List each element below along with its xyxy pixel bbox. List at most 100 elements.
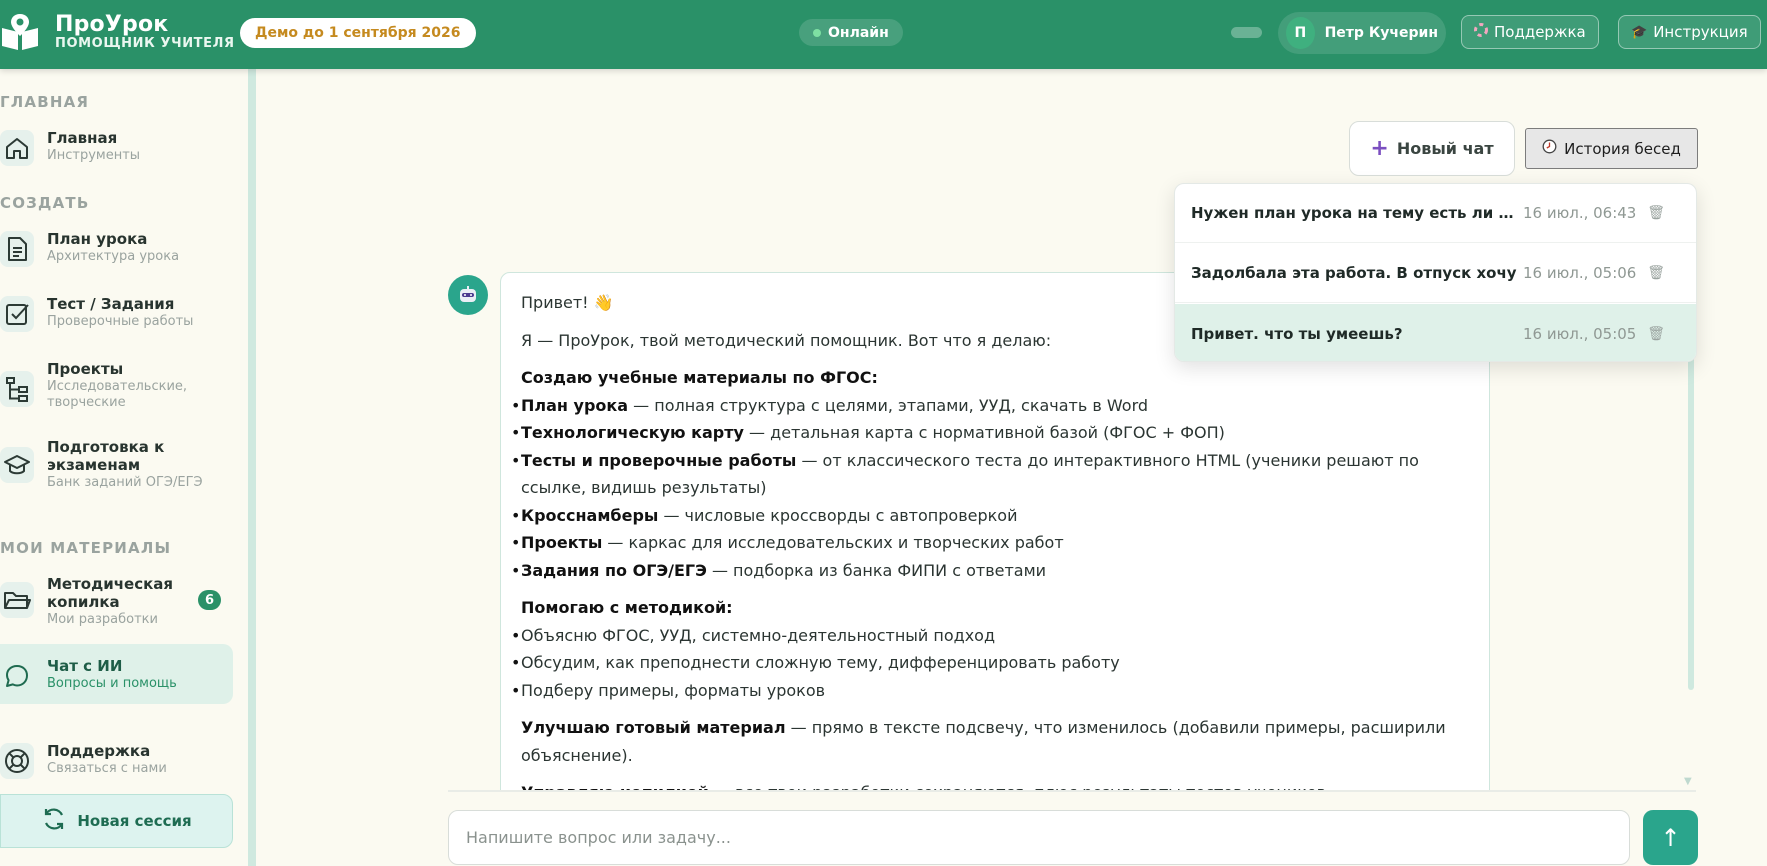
new-chat-button[interactable]: + Новый чат xyxy=(1349,121,1515,176)
list-item-bold: Задания по ОГЭ/ЕГЭ xyxy=(521,560,707,580)
new-session-label: Новая сессия xyxy=(77,812,192,830)
support-button[interactable]: Поддержка xyxy=(1461,15,1599,49)
message-input[interactable]: Напишите вопрос или задачу... xyxy=(448,810,1630,865)
history-item-active[interactable]: Привет. что ты умеешь? 16 июл., 05:05 🗑 xyxy=(1175,304,1696,361)
user-menu[interactable]: П Петр Кучерин xyxy=(1278,12,1446,54)
list-item: Проекты — каркас для исследовательских и… xyxy=(511,529,1469,557)
sidebar-item-label: Подготовка к экзаменам xyxy=(47,438,165,474)
list-item-bold: План урока xyxy=(521,395,629,415)
graduation-cap-icon: 🎓 xyxy=(1631,24,1648,40)
list-item: Технологическую карту — детальная карта … xyxy=(511,419,1469,447)
history-item-title: Привет. что ты умеешь? xyxy=(1191,324,1403,343)
sidebar-item-sublabel: Банк заданий ОГЭ/ЕГЭ xyxy=(47,475,203,490)
scroll-down-icon[interactable]: ▼ xyxy=(1684,776,1692,787)
folder-icon xyxy=(0,582,34,618)
history-item-time: 16 июл., 05:06 xyxy=(1523,264,1637,282)
list-item: Тесты и проверочные работы — от классиче… xyxy=(511,447,1469,502)
list-item-bold: Технологическую карту xyxy=(521,423,744,442)
history-item-time: 16 июл., 06:43 xyxy=(1523,204,1637,222)
support-label: Поддержка xyxy=(1494,23,1586,41)
history-item[interactable]: Задолбала эта работа. В отпуск хочу 16 и… xyxy=(1175,244,1696,303)
sidebar-item-label: Методическая копилка xyxy=(47,575,174,611)
sidebar-item-sublabel: Вопросы и помощь xyxy=(47,676,177,691)
list-item-text: — детальная карта с нормативной базой (Ф… xyxy=(743,423,1225,442)
sidebar-item-sublabel: Связаться с нами xyxy=(47,761,167,776)
sidebar-item-collection[interactable]: Методическая копилка Мои разработки xyxy=(0,574,232,630)
list-item: План урока — полная структура с целями, … xyxy=(511,392,1469,420)
list-item: Задания по ОГЭ/ЕГЭ — подборка из банка Ф… xyxy=(511,557,1469,585)
demo-badge: Демо до 1 сентября 2026 xyxy=(240,18,476,48)
sidebar-item-sublabel: Инструменты xyxy=(47,148,141,163)
instruction-button[interactable]: 🎓 Инструкция xyxy=(1618,15,1761,49)
header-toggle[interactable] xyxy=(1231,27,1262,38)
tree-icon xyxy=(0,371,34,407)
document-icon xyxy=(0,231,34,267)
sidebar-item-lesson-plan[interactable]: План урока Архитектура урока xyxy=(0,229,232,269)
sidebar-item-label: Тест / Задания xyxy=(47,295,175,313)
brand-subtitle: ПОМОЩНИК УЧИТЕЛЯ xyxy=(55,36,235,51)
collection-count-badge: 6 xyxy=(198,590,221,610)
sidebar-item-sublabel: Проверочные работы xyxy=(47,314,194,329)
sidebar-item-label: Главная xyxy=(47,129,118,147)
sidebar-item-label: Чат с ИИ xyxy=(47,657,123,675)
new-chat-label: Новый чат xyxy=(1396,139,1494,158)
sidebar-item-label: Проекты xyxy=(47,360,124,378)
message-divider xyxy=(448,790,1696,792)
section-label-materials: МОИ МАТЕРИАЛЫ xyxy=(0,539,172,557)
chat-history-button[interactable]: История бесед xyxy=(1525,128,1698,169)
chat-scrollbar[interactable] xyxy=(1688,345,1694,690)
sidebar-item-home[interactable]: Главная Инструменты xyxy=(0,128,232,168)
trash-icon[interactable]: 🗑 xyxy=(1633,326,1665,342)
trash-icon[interactable]: 🗑 xyxy=(1633,205,1665,221)
sidebar-item-exam-prep[interactable]: Подготовка к экзаменам Банк заданий ОГЭ/… xyxy=(0,437,232,493)
list-item-text: — каркас для исследовательских и творчес… xyxy=(602,533,1064,552)
sidebar-item-sublabel: Мои разработки xyxy=(47,612,158,627)
plus-icon: + xyxy=(1370,136,1389,161)
online-status-label: Онлайн xyxy=(828,24,889,41)
top-header: ПроУрок ПОМОЩНИК УЧИТЕЛЯ Демо до 1 сентя… xyxy=(0,0,1767,69)
message-list: Объясню ФГОС, УУД, системно-деятельностн… xyxy=(511,622,1469,705)
trash-icon[interactable]: 🗑 xyxy=(1633,265,1665,281)
list-item: Подберу примеры, форматы уроков xyxy=(511,677,1469,705)
message-section-title: Помогаю с методикой: xyxy=(521,598,733,617)
list-item-text: — полная структура с целями, этапами, УУ… xyxy=(628,395,1149,415)
online-status: Онлайн xyxy=(799,19,903,46)
sidebar-item-label: План урока xyxy=(47,230,148,248)
graduation-cap-icon xyxy=(0,447,34,483)
sidebar-item-sublabel: Архитектура урока xyxy=(47,249,180,264)
avatar: П xyxy=(1286,17,1315,49)
section-label-main: ГЛАВНАЯ xyxy=(0,93,90,111)
new-session-button[interactable]: Новая сессия xyxy=(0,794,233,848)
sidebar-scrollbar[interactable] xyxy=(248,69,256,866)
checkbox-icon xyxy=(0,296,34,332)
sidebar-item-tests[interactable]: Тест / Задания Проверочные работы xyxy=(0,294,232,334)
message-input-placeholder: Напишите вопрос или задачу... xyxy=(466,828,731,847)
history-item-title: Нужен план урока на тему есть ли ж... xyxy=(1191,204,1523,222)
history-item-time: 16 июл., 05:05 xyxy=(1523,324,1637,343)
list-item-text: — подборка из банка ФИПИ с ответами xyxy=(706,560,1047,580)
list-item: Объясню ФГОС, УУД, системно-деятельностн… xyxy=(511,622,1469,650)
arrow-up-icon: ↑ xyxy=(1660,823,1681,852)
list-item: Обсудим, как преподнести сложную тему, д… xyxy=(511,649,1469,677)
lifebuoy-icon xyxy=(0,743,34,779)
list-item-bold: Кросснамберы xyxy=(521,505,659,525)
brand-title: ПроУрок xyxy=(55,12,169,37)
clock-icon xyxy=(1542,139,1557,158)
history-item-title: Задолбала эта работа. В отпуск хочу xyxy=(1191,264,1517,282)
online-dot-icon xyxy=(813,28,821,37)
send-button[interactable]: ↑ xyxy=(1643,810,1698,865)
sidebar-item-support[interactable]: Поддержка Связаться с нами xyxy=(0,741,232,781)
paragraph-bold: Улучшаю готовый материал xyxy=(521,718,786,737)
message-list: План урока — полная структура с целями, … xyxy=(511,392,1469,585)
instruction-label: Инструкция xyxy=(1653,23,1748,41)
assistant-avatar-icon xyxy=(448,275,488,315)
sidebar-item-ai-chat[interactable]: Чат с ИИ Вопросы и помощь xyxy=(0,656,232,696)
list-item-bold: Проекты xyxy=(521,533,603,552)
home-icon xyxy=(0,130,34,166)
section-label-create: СОЗДАТЬ xyxy=(0,194,90,212)
list-item-text: — числовые кроссворды с автопроверкой xyxy=(658,505,1018,525)
sidebar-item-sublabel: Исследовательские, творческие xyxy=(47,379,188,410)
history-item[interactable]: Нужен план урока на тему есть ли ж... 16… xyxy=(1175,184,1696,243)
sidebar-item-label: Поддержка xyxy=(47,742,151,760)
sidebar-item-projects[interactable]: Проекты Исследовательские, творческие xyxy=(0,359,232,411)
